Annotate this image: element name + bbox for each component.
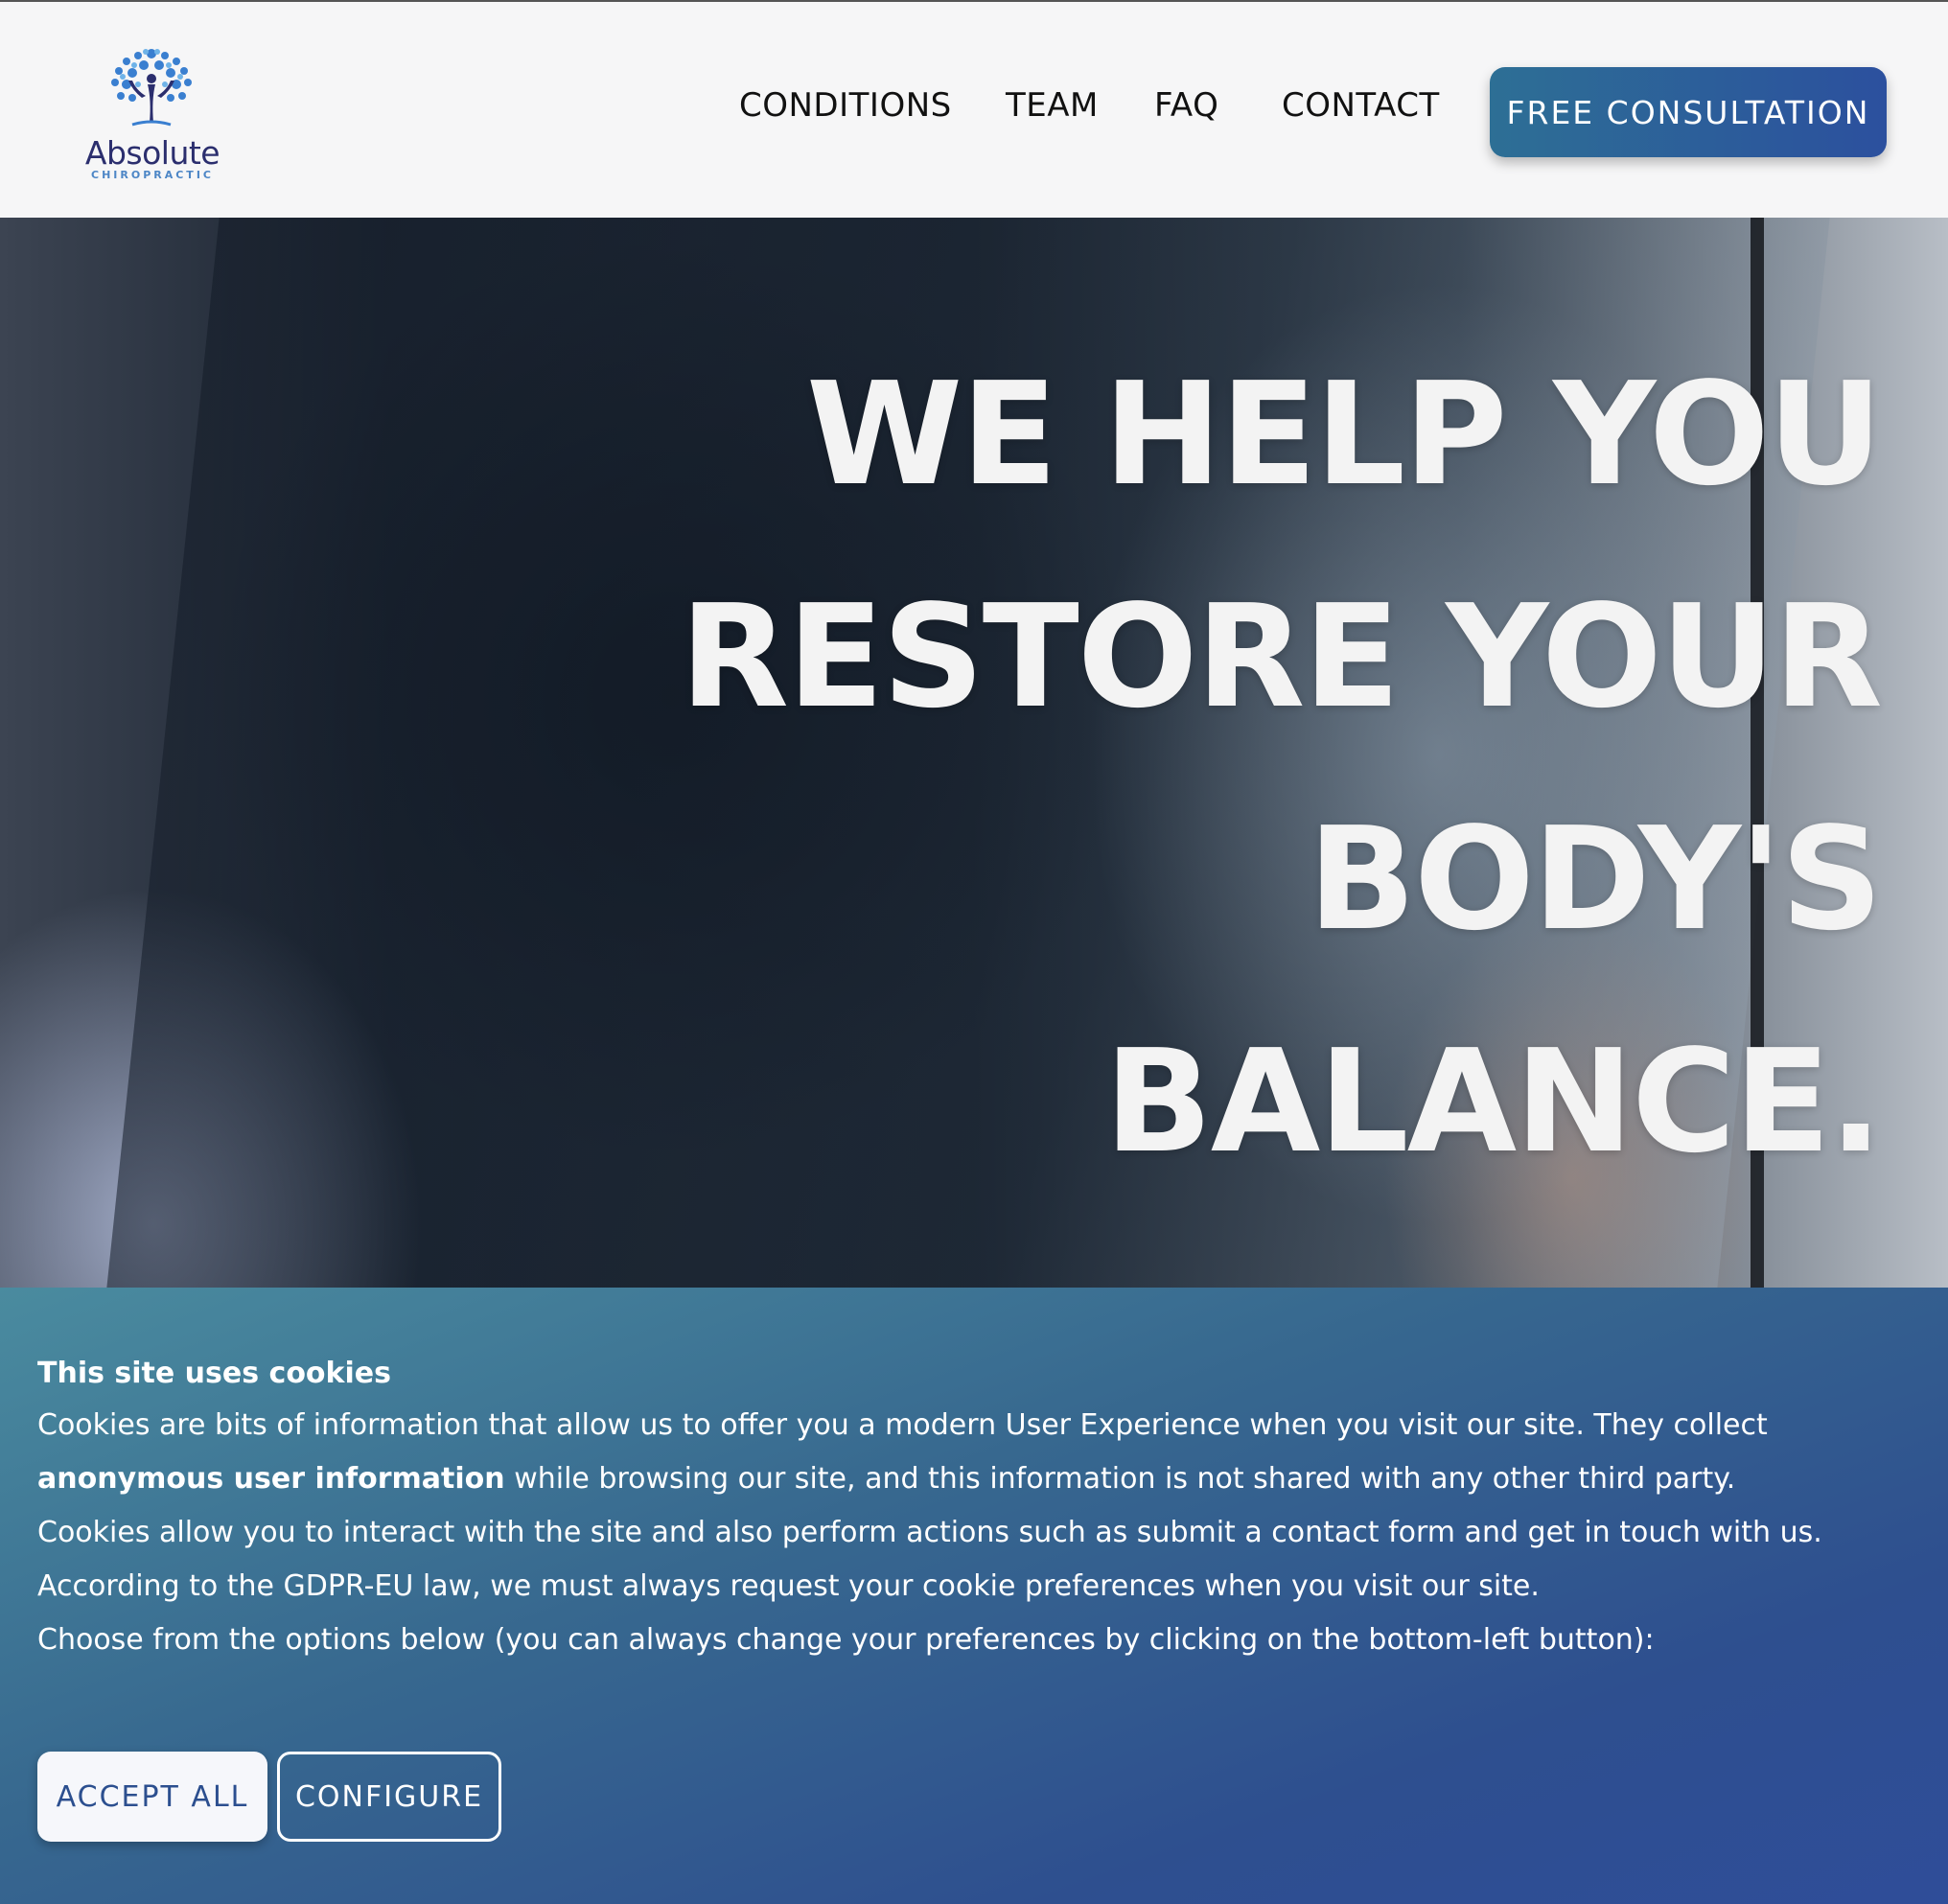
cookie-text-line: Cookies are bits of information that all… [37,1408,1768,1442]
hero-line: RESTORE YOUR [680,574,1883,739]
nav-contact[interactable]: CONTACT [1282,86,1440,125]
cookie-text-line: According to the GDPR-EU law, we must al… [37,1569,1540,1603]
hero-line: BODY'S [1308,797,1883,962]
hero-headline: WE HELP YOU RESTORE YOUR BODY'S BALANCE. [635,323,1883,1213]
site-header: Absolute CHIROPRACTIC CONDITIONS TEAM FA… [0,2,1948,218]
cookie-text-line: Choose from the options below (you can a… [37,1623,1655,1657]
cookie-bold-text: anonymous user information [37,1462,505,1496]
cookie-text-line: Cookies allow you to interact with the s… [37,1516,1822,1549]
cookie-text-span: while browsing our site, and this inform… [504,1462,1736,1496]
nav-team[interactable]: TEAM [1006,86,1099,125]
configure-button[interactable]: CONFIGURE [277,1752,501,1842]
hero-line: BALANCE. [1104,1019,1883,1184]
cookie-banner: This site uses cookies Cookies are bits … [0,1288,1948,1904]
tree-logo-icon [111,49,192,127]
logo[interactable]: Absolute CHIROPRACTIC [75,42,228,186]
logo-tagline: CHIROPRACTIC [91,169,214,181]
free-consultation-button[interactable]: FREE CONSULTATION [1490,67,1887,157]
cookie-description: Cookies are bits of information that all… [37,1399,1916,1667]
cookie-text-line: anonymous user information while browsin… [37,1452,1916,1506]
cookie-title: This site uses cookies [37,1357,391,1390]
hero-section: WE HELP YOU RESTORE YOUR BODY'S BALANCE. [0,218,1948,1288]
nav-faq[interactable]: FAQ [1154,86,1218,125]
nav-conditions[interactable]: CONDITIONS [739,86,952,125]
logo-wordmark: Absolute [84,134,220,172]
accept-all-button[interactable]: ACCEPT ALL [37,1752,267,1842]
hero-line: WE HELP YOU [805,352,1883,517]
